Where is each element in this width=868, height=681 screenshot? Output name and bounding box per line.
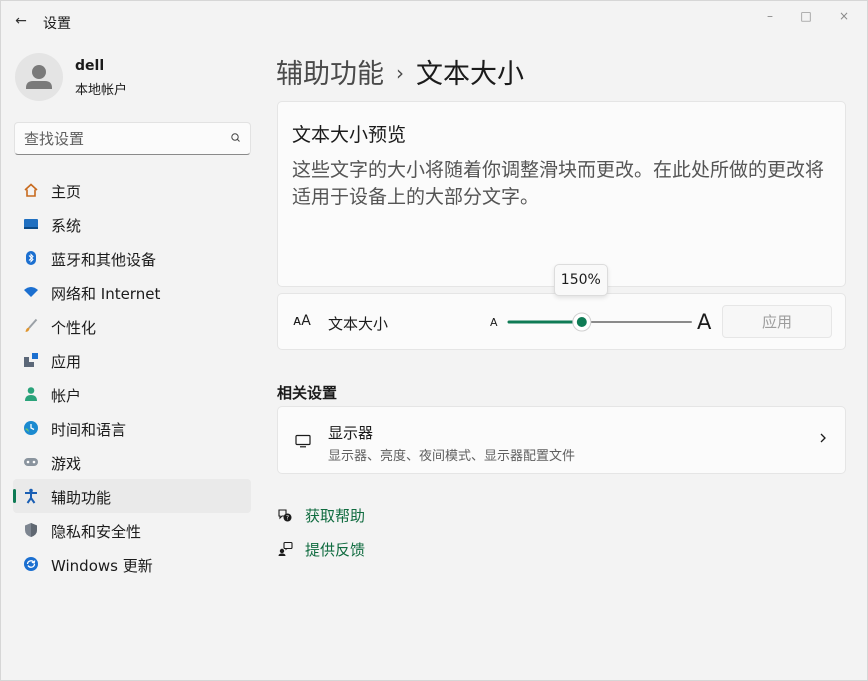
breadcrumb-separator: › xyxy=(396,61,404,85)
sidebar-item-home[interactable]: 主页 xyxy=(13,173,251,207)
chevron-right-icon xyxy=(820,433,826,443)
sidebar-item-accounts[interactable]: 帐户 xyxy=(13,377,251,411)
svg-text:?: ? xyxy=(286,515,289,522)
gamepad-icon xyxy=(24,458,38,466)
maximize-button[interactable]: □ xyxy=(789,5,823,27)
active-indicator xyxy=(13,489,16,503)
give-feedback-text[interactable]: 提供反馈 xyxy=(305,539,365,560)
app-title: 设置 xyxy=(43,16,71,32)
minimize-button[interactable]: – xyxy=(753,5,787,27)
sidebar-item-label: 应用 xyxy=(51,353,82,371)
sidebar-item-label: 辅助功能 xyxy=(51,489,112,507)
sidebar-item-windows-update[interactable]: Windows 更新 xyxy=(13,547,251,581)
preview-text: 这些文字的大小将随着你调整滑块而更改。在此处所做的更改将适用于设备上的大部分文字… xyxy=(292,159,825,208)
back-arrow-icon: ← xyxy=(15,13,27,29)
account-icon xyxy=(25,387,37,401)
settings-window: ← 设置 – □ × dell 本地帐户 主页 xyxy=(0,0,868,681)
user-name: dell xyxy=(75,58,105,74)
display-subtitle: 显示器、亮度、夜间模式、显示器配置文件 xyxy=(328,449,576,464)
preview-title: 文本大小预览 xyxy=(292,124,407,146)
sidebar-item-system[interactable]: 系统 xyxy=(13,207,251,241)
text-size-label: 文本大小 xyxy=(328,315,389,333)
sidebar-item-gaming[interactable]: 游戏 xyxy=(13,445,251,479)
system-icon xyxy=(24,219,38,229)
brush-icon xyxy=(25,318,38,332)
sidebar-item-label: 隐私和安全性 xyxy=(51,523,142,541)
update-icon xyxy=(24,557,38,571)
avatar xyxy=(15,53,63,101)
breadcrumb-parent[interactable]: 辅助功能 xyxy=(276,59,384,90)
apply-button[interactable]: 应用 xyxy=(722,305,832,338)
display-title: 显示器 xyxy=(328,424,374,442)
network-icon xyxy=(24,287,38,297)
sidebar-item-privacy[interactable]: 隐私和安全性 xyxy=(13,513,251,547)
sidebar-item-label: 蓝牙和其他设备 xyxy=(51,251,157,269)
back-button[interactable]: ← xyxy=(11,11,31,31)
globe-clock-icon xyxy=(24,421,38,435)
large-a-label: A xyxy=(697,310,712,334)
related-settings-title: 相关设置 xyxy=(277,384,338,402)
sidebar-item-bluetooth[interactable]: 蓝牙和其他设备 xyxy=(13,241,251,275)
sidebar-item-accessibility[interactable]: 辅助功能 xyxy=(13,479,251,513)
sidebar-item-label: 个性化 xyxy=(51,319,97,337)
search-input[interactable] xyxy=(24,129,214,149)
feedback-icon xyxy=(278,541,293,556)
sidebar-item-label: 帐户 xyxy=(51,387,82,405)
display-settings-card[interactable]: 显示器 显示器、亮度、夜间模式、显示器配置文件 xyxy=(277,406,846,474)
home-icon xyxy=(24,183,38,197)
get-help-text[interactable]: 获取帮助 xyxy=(305,505,365,526)
monitor-icon xyxy=(295,434,311,448)
slider-value-tooltip: 150% xyxy=(553,264,608,296)
close-button[interactable]: × xyxy=(827,5,861,27)
user-avatar-icon xyxy=(26,65,52,89)
search-box[interactable] xyxy=(14,122,251,155)
sidebar-item-apps[interactable]: 应用 xyxy=(13,343,251,377)
title-bar: ← 设置 – □ × xyxy=(1,1,867,41)
give-feedback-link[interactable]: 提供反馈 xyxy=(277,538,477,560)
sidebar-item-label: 系统 xyxy=(51,217,82,235)
page-title: 文本大小 xyxy=(416,59,524,90)
text-size-card: ᴀA 文本大小 A A 应用 xyxy=(277,293,846,350)
text-size-slider[interactable] xyxy=(507,311,693,333)
text-size-icon: ᴀA xyxy=(293,313,311,329)
accessibility-icon xyxy=(25,488,37,504)
sidebar-item-label: Windows 更新 xyxy=(51,557,153,575)
small-a-label: A xyxy=(490,316,498,329)
sidebar-item-label: 主页 xyxy=(51,183,82,201)
bluetooth-icon xyxy=(26,251,36,265)
search-icon[interactable] xyxy=(229,131,243,145)
user-profile[interactable]: dell 本地帐户 xyxy=(15,53,255,101)
slider-thumb[interactable] xyxy=(572,312,592,332)
account-type: 本地帐户 xyxy=(75,83,128,98)
sidebar-item-personalization[interactable]: 个性化 xyxy=(13,309,251,343)
text-size-preview-card: 文本大小预览 这些文字的大小将随着你调整滑块而更改。在此处所做的更改将适用于设备… xyxy=(277,101,846,287)
shield-icon xyxy=(25,523,37,537)
apps-icon xyxy=(24,353,38,367)
sidebar-item-label: 游戏 xyxy=(51,455,82,473)
sidebar-item-network[interactable]: 网络和 Internet xyxy=(13,275,251,309)
breadcrumb: 辅助功能 › 文本大小 xyxy=(276,52,524,91)
sidebar-nav: 主页 系统 蓝牙和其他设备 网络和 Internet 个性化 应用 帐户 时间和… xyxy=(13,173,251,581)
sidebar-item-label: 时间和语言 xyxy=(51,421,127,439)
get-help-link[interactable]: ? 获取帮助 xyxy=(277,504,477,526)
sidebar-item-time-language[interactable]: 时间和语言 xyxy=(13,411,251,445)
help-icon: ? xyxy=(278,509,292,522)
sidebar-item-label: 网络和 Internet xyxy=(51,285,161,303)
